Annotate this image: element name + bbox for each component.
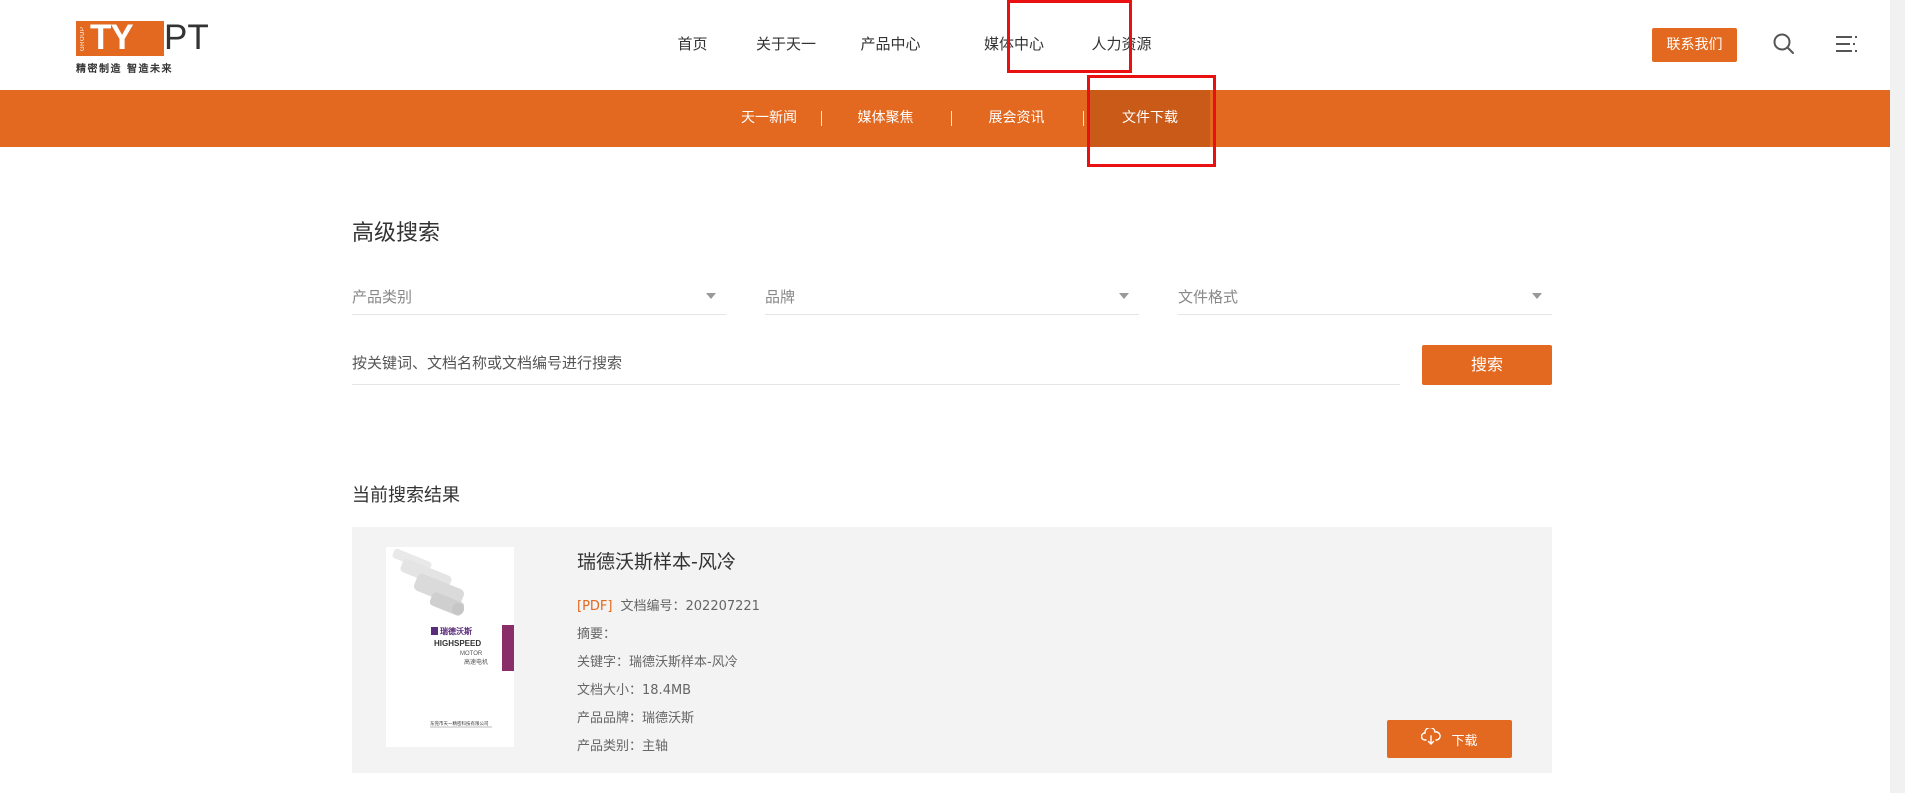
category-label: 产品类别：	[577, 739, 643, 754]
document-title[interactable]: 瑞德沃斯样本-风冷	[577, 547, 736, 574]
brand-label: 产品品牌：	[577, 711, 643, 726]
document-thumbnail[interactable]: 瑞德沃斯 HIGHSPEED MOTOR 高速电机 东莞市天一精密科技有限公司	[386, 547, 514, 747]
nav-item-about[interactable]: 关于天一	[745, 0, 827, 90]
select-placeholder: 品牌	[765, 288, 796, 306]
subnav-separator	[1083, 111, 1084, 126]
search-icon[interactable]	[1772, 32, 1796, 56]
nav-item-home[interactable]: 首页	[640, 0, 745, 90]
document-keywords: 关键字：瑞德沃斯样本-风冷	[577, 651, 738, 670]
category-value: 主轴	[642, 739, 669, 754]
thumb-line3: 高速电机	[464, 658, 488, 666]
product-category-select[interactable]: 产品类别	[352, 277, 726, 315]
result-card: 瑞德沃斯 HIGHSPEED MOTOR 高速电机 东莞市天一精密科技有限公司 …	[352, 527, 1552, 773]
search-button[interactable]: 搜索	[1422, 345, 1552, 385]
highlight-box-media	[1007, 0, 1132, 73]
sub-nav: 天一新闻 媒体聚焦 展会资讯 文件下载	[0, 90, 1905, 147]
download-button[interactable]: 下载	[1387, 720, 1512, 758]
results-title: 当前搜索结果	[352, 485, 460, 506]
subnav-item-news[interactable]: 天一新闻	[717, 90, 821, 147]
keywords-value: 瑞德沃斯样本-风冷	[629, 655, 738, 670]
site-header: GROUP TY PT 精密制造 智造未来 首页 关于天一 产品中心 媒体中心 …	[0, 0, 1905, 90]
document-format-and-number: [PDF] 文档编号：202207221	[577, 595, 760, 614]
logo-pt-text: PT	[164, 18, 209, 57]
doc-no-value: 202207221	[685, 599, 760, 614]
document-size: 文档大小：18.4MB	[577, 679, 691, 698]
subnav-item-exhibition[interactable]: 展会资讯	[964, 90, 1069, 147]
thumb-line1: HIGHSPEED	[434, 639, 481, 648]
logo-slogan: 精密制造 智造未来	[76, 64, 173, 75]
menu-icon[interactable]	[1836, 34, 1858, 54]
doc-no-label: 文档编号：	[620, 599, 686, 614]
download-label: 下载	[1451, 733, 1478, 749]
subnav-item-media-focus[interactable]: 媒体聚焦	[833, 90, 938, 147]
logo-box: GROUP TY	[76, 18, 164, 57]
keyword-field	[352, 347, 1400, 385]
nav-item-products[interactable]: 产品中心	[827, 0, 954, 90]
cloud-download-icon	[1421, 726, 1442, 750]
keywords-label: 关键字：	[577, 655, 630, 670]
format-tag: [PDF]	[577, 599, 613, 614]
thumb-footer: 东莞市天一精密科技有限公司	[430, 720, 489, 727]
caret-down-icon	[706, 293, 716, 299]
document-summary: 摘要：	[577, 623, 616, 642]
select-placeholder: 文件格式	[1178, 288, 1239, 306]
subnav-separator	[821, 111, 822, 126]
select-placeholder: 产品类别	[352, 288, 413, 306]
contact-us-button[interactable]: 联系我们	[1652, 28, 1737, 62]
file-format-select[interactable]: 文件格式	[1178, 277, 1552, 315]
document-category: 产品类别：主轴	[577, 735, 668, 754]
site-logo[interactable]: GROUP TY PT 精密制造 智造未来	[76, 18, 211, 75]
size-value: 18.4MB	[642, 683, 692, 698]
caret-down-icon	[1119, 293, 1129, 299]
size-label: 文档大小：	[577, 683, 643, 698]
subnav-separator	[951, 111, 952, 126]
highlight-box-downloads	[1087, 75, 1216, 167]
logo-ty-text: TY	[90, 18, 134, 57]
brand-select[interactable]: 品牌	[765, 277, 1139, 315]
thumb-brand-cn: 瑞德沃斯	[440, 626, 472, 636]
summary-label: 摘要：	[577, 627, 617, 642]
brand-value: 瑞德沃斯	[642, 711, 695, 726]
document-brand: 产品品牌：瑞德沃斯	[577, 707, 694, 726]
page-scrollbar[interactable]	[1890, 0, 1905, 793]
advanced-search-title: 高级搜索	[352, 221, 441, 246]
caret-down-icon	[1532, 293, 1542, 299]
keyword-input[interactable]	[352, 347, 1400, 379]
thumb-line2: MOTOR	[460, 651, 483, 657]
logo-group-text: GROUP	[80, 26, 86, 51]
